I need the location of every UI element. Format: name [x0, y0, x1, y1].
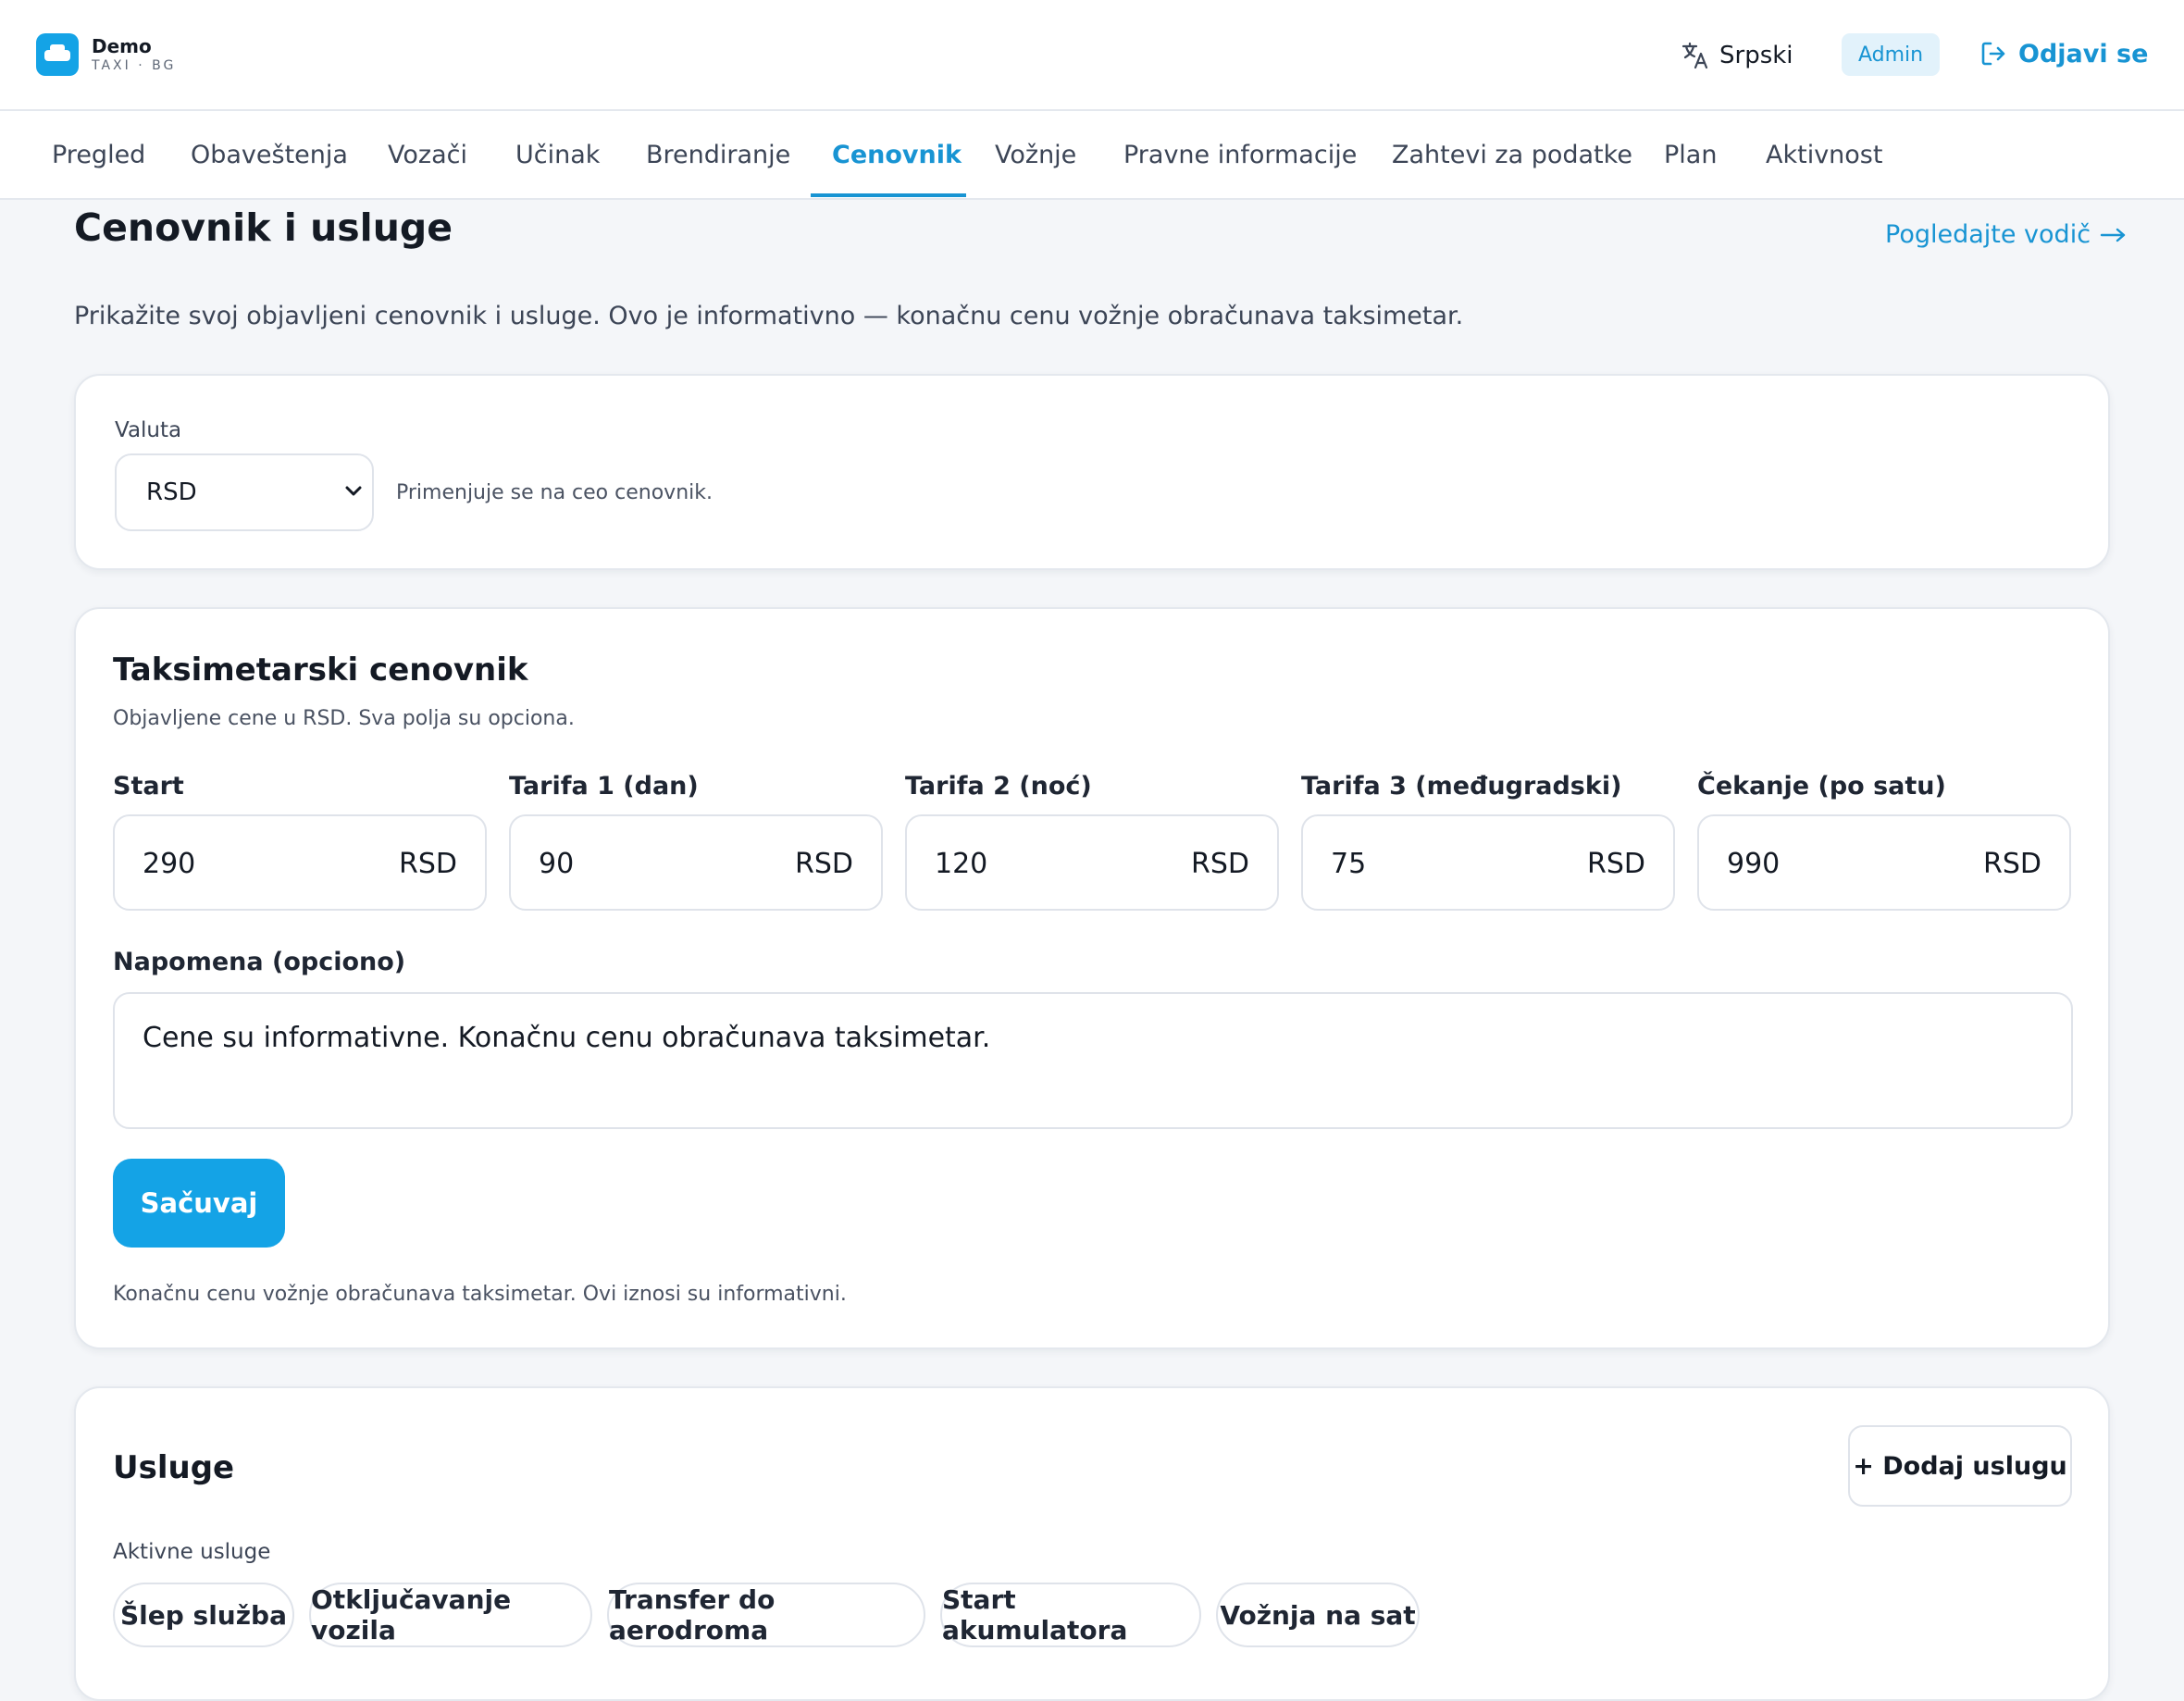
services-card: Usluge + Dodaj uslugu Aktivne usluge Šle…: [74, 1386, 2110, 1701]
cekanje-value: 990: [1727, 848, 1781, 880]
currency-suffix: RSD: [795, 848, 853, 880]
service-chip-slep-sluzba[interactable]: Šlep služba: [113, 1583, 294, 1647]
note-value: Cene su informativne. Konačnu cenu obrač…: [143, 1022, 991, 1054]
currency-suffix: RSD: [1587, 848, 1645, 880]
tab-plan[interactable]: Plan: [1664, 111, 1717, 198]
tab-cenovnik[interactable]: Cenovnik: [832, 111, 962, 198]
page-title: Cenovnik i usluge: [74, 205, 453, 250]
currency-card: Valuta RSD Primenjuje se na ceo cenovnik…: [74, 374, 2110, 570]
cekanje-input[interactable]: 990 RSD: [1697, 814, 2071, 911]
tariffs-subtitle: Objavljene cene u RSD. Sva polja su opci…: [113, 707, 575, 730]
chevron-down-icon: [345, 486, 362, 496]
tariffs-title: Taksimetarski cenovnik: [113, 652, 528, 689]
taxi-logo-icon[interactable]: [36, 33, 79, 76]
tarifa-2-input[interactable]: 120 RSD: [905, 814, 1279, 911]
field-label-tarifa-1: Tarifa 1 (dan): [509, 772, 699, 801]
service-chip-otkljucavanje-vozila[interactable]: Otključavanje vozila: [309, 1583, 592, 1647]
active-tab-indicator: [811, 193, 966, 197]
tarifa-2-value: 120: [935, 848, 988, 880]
tab-pregled[interactable]: Pregled: [52, 111, 145, 198]
service-chip-voznja-na-sat[interactable]: Vožnja na sat: [1216, 1583, 1420, 1647]
tariffs-card: Taksimetarski cenovnik Objavljene cene u…: [74, 607, 2110, 1349]
currency-suffix: RSD: [1191, 848, 1249, 880]
logout-button[interactable]: Odjavi se: [1979, 35, 2148, 72]
service-chip-start-akumulatora[interactable]: Start akumulatora: [940, 1583, 1201, 1647]
tab-voznje[interactable]: Vožnje: [995, 111, 1076, 198]
tarifa-3-input[interactable]: 75 RSD: [1301, 814, 1675, 911]
arrow-right-icon: [2100, 228, 2126, 242]
service-chip-transfer-do-aerodroma[interactable]: Transfer do aerodroma: [607, 1583, 925, 1647]
currency-hint: Primenjuje se na ceo cenovnik.: [396, 481, 713, 504]
tariffs-footer-note: Konačnu cenu vožnje obračunava taksimeta…: [113, 1283, 847, 1306]
add-service-button[interactable]: + Dodaj uslugu: [1848, 1425, 2072, 1507]
note-textarea[interactable]: Cene su informativne. Konačnu cenu obrač…: [113, 992, 2073, 1129]
logout-label: Odjavi se: [2018, 39, 2149, 68]
tab-pravne-informacije[interactable]: Pravne informacije: [1123, 111, 1357, 198]
active-services-label: Aktivne usluge: [113, 1540, 271, 1564]
page-description: Prikažite svoj objavljeni cenovnik i usl…: [74, 302, 1464, 330]
tarifa-3-value: 75: [1331, 848, 1367, 880]
field-label-tarifa-2: Tarifa 2 (noć): [905, 772, 1092, 801]
field-label-start: Start: [113, 772, 184, 801]
brand-subtitle: TAXI · BG: [92, 58, 177, 73]
start-price-input[interactable]: 290 RSD: [113, 814, 487, 911]
save-button[interactable]: Sačuvaj: [113, 1159, 285, 1248]
currency-suffix: RSD: [1983, 848, 2041, 880]
translate-icon: [1681, 42, 1708, 69]
field-label-tarifa-3: Tarifa 3 (međugradski): [1301, 772, 1622, 801]
note-label: Napomena (opciono): [113, 948, 406, 976]
services-title: Usluge: [113, 1449, 235, 1486]
start-price-value: 290: [143, 848, 196, 880]
main-tabs: Pregled Obaveštenja Vozači Učinak Brendi…: [0, 111, 2184, 200]
tab-ucinak[interactable]: Učinak: [515, 111, 600, 198]
tarifa-1-value: 90: [539, 848, 575, 880]
language-switcher[interactable]: Srpski: [1681, 37, 1793, 74]
currency-selected-value: RSD: [146, 478, 197, 506]
logout-icon: [1981, 42, 2005, 66]
currency-select[interactable]: RSD: [115, 453, 374, 531]
guide-link-label: Pogledajte vodič: [1885, 220, 2091, 249]
field-label-cekanje: Čekanje (po satu): [1697, 772, 1946, 801]
tab-vozaci[interactable]: Vozači: [388, 111, 467, 198]
tab-obavestenja[interactable]: Obaveštenja: [191, 111, 348, 198]
brand-name: Demo: [92, 35, 152, 57]
currency-label: Valuta: [115, 418, 182, 442]
tarifa-1-input[interactable]: 90 RSD: [509, 814, 883, 911]
tab-aktivnost[interactable]: Aktivnost: [1766, 111, 1882, 198]
tab-zahtevi-za-podatke[interactable]: Zahtevi za podatke: [1392, 111, 1632, 198]
guide-link[interactable]: Pogledajte vodič: [1885, 220, 2128, 249]
tab-brendiranje[interactable]: Brendiranje: [646, 111, 790, 198]
top-bar: Demo TAXI · BG Srpski Admin Odjavi se: [0, 0, 2184, 111]
role-badge: Admin: [1842, 33, 1940, 76]
language-label: Srpski: [1719, 42, 1793, 69]
currency-suffix: RSD: [399, 848, 457, 880]
